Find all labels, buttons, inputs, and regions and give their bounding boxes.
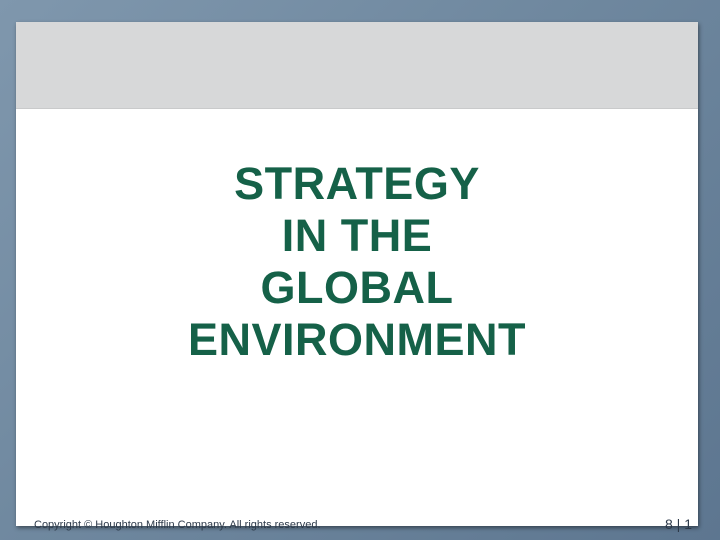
slide-header-band — [16, 22, 698, 109]
slide-title: STRATEGY IN THE GLOBAL ENVIRONMENT — [16, 158, 698, 366]
slide-title-line: ENVIRONMENT — [187, 314, 526, 365]
footer-copyright: Copyright © Houghton Mifflin Company. Al… — [34, 519, 321, 531]
slide-title-line: IN THE — [281, 210, 433, 261]
slide-title-line: STRATEGY — [234, 158, 480, 209]
slide-frame: STRATEGY IN THE GLOBAL ENVIRONMENT — [16, 22, 698, 526]
footer-page-number: 8 | 1 — [665, 516, 692, 532]
slide-title-line: GLOBAL — [260, 262, 454, 313]
